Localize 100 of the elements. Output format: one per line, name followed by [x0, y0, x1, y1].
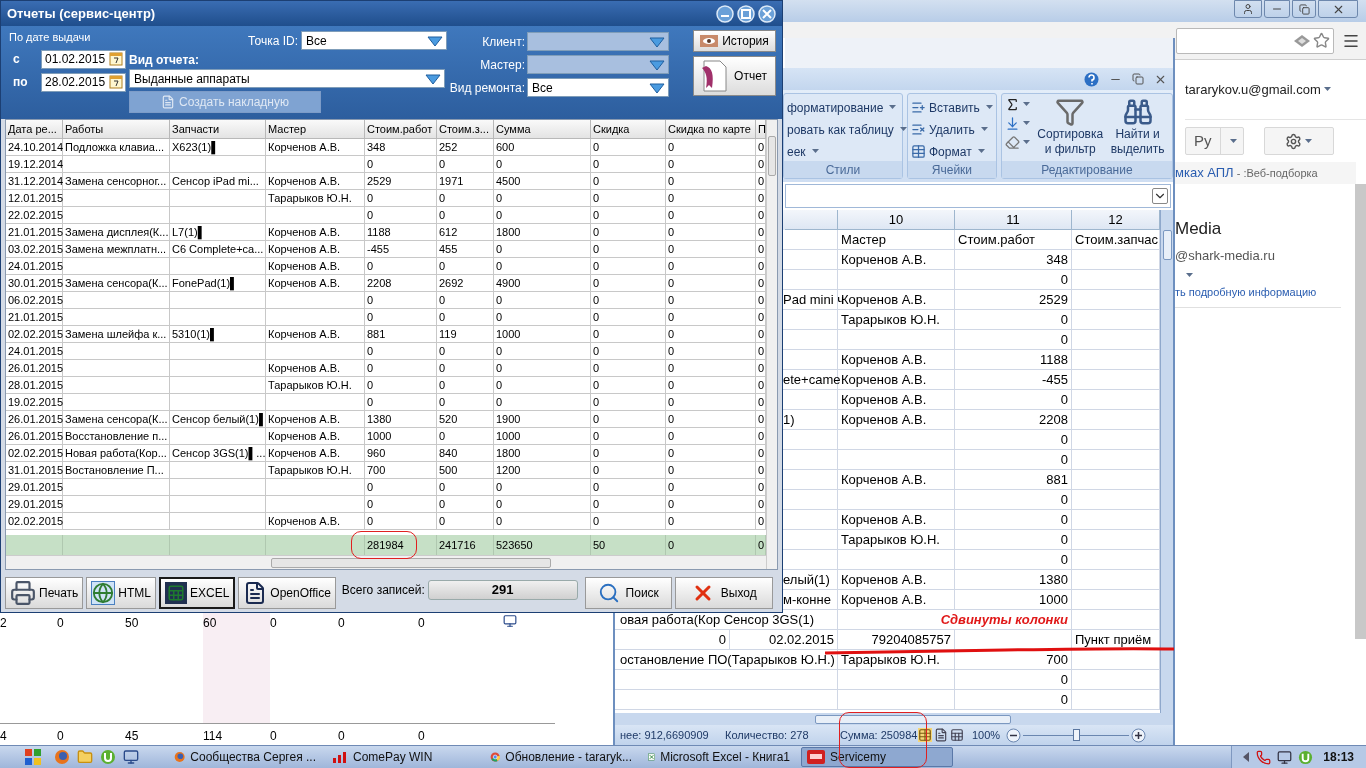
ribbon-button[interactable]: Сортировка и фильтр: [1038, 97, 1103, 157]
profile-button[interactable]: [1234, 0, 1262, 18]
table-cell: Тарарыков Ю.Н.: [266, 377, 365, 394]
vertical-scrollbar[interactable]: [1160, 210, 1173, 713]
star-icon[interactable]: [1313, 32, 1330, 49]
ribbon-button[interactable]: Удалить: [911, 120, 993, 139]
column-header[interactable]: Мастер: [266, 120, 365, 139]
taskbar-button[interactable]: Servicemy: [801, 747, 953, 767]
vertical-scrollbar[interactable]: [766, 120, 777, 569]
sheet-cell: Мастер: [838, 230, 955, 250]
phone-icon[interactable]: [1256, 749, 1272, 765]
column-header[interactable]: 11: [955, 210, 1072, 230]
restore-button[interactable]: [1292, 0, 1316, 18]
language-button[interactable]: Ру: [1185, 127, 1244, 155]
maximize-button[interactable]: [737, 4, 755, 23]
table-cell: 0: [437, 513, 494, 530]
export-button[interactable]: OpenOffice: [238, 577, 336, 609]
sheet-cell: 2: [0, 616, 7, 630]
table-cell: 0: [437, 258, 494, 275]
table-cell: 455: [437, 241, 494, 258]
zoom-out-icon[interactable]: [1006, 727, 1021, 743]
dropdown-arrow-icon: [649, 58, 665, 71]
settings-button[interactable]: [1263, 127, 1334, 155]
page-break-icon[interactable]: [950, 728, 964, 742]
help-icon[interactable]: [1084, 71, 1099, 87]
column-header[interactable]: Дата ре...: [6, 120, 63, 139]
column-header[interactable]: Работы: [63, 120, 170, 139]
column-header[interactable]: Стоим.з...: [437, 120, 494, 139]
sheet-cell: 881: [955, 470, 1072, 490]
report-button[interactable]: Отчет: [693, 56, 776, 96]
table-cell: 0: [494, 190, 591, 207]
column-header[interactable]: Скидка: [591, 120, 666, 139]
table-cell: Подложка клавиа...: [63, 139, 170, 156]
ribbon-button[interactable]: Вставить: [911, 98, 993, 117]
side-scrollbar[interactable]: [1355, 184, 1366, 639]
browser-icon: [54, 749, 70, 765]
column-header[interactable]: 10: [838, 210, 955, 230]
address-field[interactable]: [1176, 27, 1334, 54]
export-button[interactable]: EXCEL: [159, 577, 236, 609]
column-header[interactable]: Сумма: [494, 120, 591, 139]
history-button[interactable]: История: [693, 30, 776, 52]
horizontal-scrollbar[interactable]: [615, 713, 1173, 725]
dropdown[interactable]: Все: [527, 78, 669, 97]
field-label: Клиент:: [482, 33, 525, 51]
table-cell: Корченов А.В.: [266, 326, 365, 343]
link[interactable]: мках АПЛ: [1175, 163, 1234, 183]
calendar-icon: [109, 52, 123, 66]
export-button[interactable]: Печать: [5, 577, 84, 609]
desktop-icon[interactable]: [123, 749, 139, 765]
search-button[interactable]: Поиск: [584, 577, 672, 609]
date-field[interactable]: 01.02.2015: [41, 49, 126, 69]
table-cell: 0: [666, 411, 756, 428]
spreadsheet-icon: [165, 582, 187, 604]
horizontal-scrollbar[interactable]: [6, 555, 766, 569]
table-cell: 0: [494, 241, 591, 258]
caret-icon: [1305, 138, 1312, 144]
binoculars-icon: [1122, 97, 1153, 127]
torrent-icon[interactable]: [1298, 749, 1314, 765]
table-cell: 0: [365, 496, 437, 513]
torrent-icon[interactable]: [100, 749, 116, 765]
export-button[interactable]: HTML: [86, 577, 156, 609]
dropdown[interactable]: Все: [301, 31, 447, 50]
sheet-cell: 2208: [955, 410, 1072, 430]
restore-icon[interactable]: [1132, 73, 1144, 85]
slider-thumb[interactable]: [1073, 729, 1080, 741]
ribbon-button[interactable]: форматирование: [787, 98, 899, 117]
start-button[interactable]: [24, 748, 42, 766]
taskbar-button[interactable]: Обновление - tararyk...: [485, 747, 637, 767]
sheet-cell: 0: [955, 330, 1072, 350]
column-header[interactable]: Стоим.работ: [365, 120, 437, 139]
taskbar-button[interactable]: Microsoft Excel - Книга1: [643, 747, 795, 767]
table-cell: 0: [437, 156, 494, 173]
sheet-cell: 0: [338, 616, 345, 630]
account-email[interactable]: tararykov.u@gmail.com: [1185, 79, 1321, 100]
sheet-cell: 0: [955, 670, 1072, 690]
page-layout-icon[interactable]: [934, 728, 948, 742]
group-label: Ячейки: [908, 161, 996, 178]
expand-icon[interactable]: [1152, 188, 1168, 204]
table-cell: 0: [591, 309, 666, 326]
ribbon-button[interactable]: Найти и выделить: [1106, 97, 1169, 157]
dropdown[interactable]: Выданные аппараты: [129, 69, 445, 88]
exit-button[interactable]: Выход: [674, 577, 773, 609]
zoom-in-icon[interactable]: [1131, 727, 1146, 743]
table-cell: 252: [437, 139, 494, 156]
date-field[interactable]: 28.02.2015: [41, 72, 126, 92]
ribbon-button[interactable]: ровать как таблицу: [787, 120, 899, 139]
table-cell: 0: [666, 326, 756, 343]
sheet-cell: 0: [615, 630, 730, 650]
expand-tray-icon[interactable]: [1242, 752, 1251, 762]
zoom-level: 100%: [972, 727, 1002, 743]
taskbar-button[interactable]: Сообщества Сергея ...: [169, 747, 321, 767]
table-cell: 0: [494, 156, 591, 173]
column-header[interactable]: Скидка по карте: [666, 120, 756, 139]
column-header[interactable]: Запчасти: [170, 120, 266, 139]
ribbon-button[interactable]: еек: [787, 142, 899, 161]
zoom-slider[interactable]: [1023, 729, 1129, 741]
taskbar-button[interactable]: ComePay WIN: [327, 747, 479, 767]
monitor-icon[interactable]: [1277, 749, 1293, 765]
table-cell: 02.02.2015: [6, 445, 63, 462]
ribbon-button[interactable]: Формат: [911, 142, 993, 161]
